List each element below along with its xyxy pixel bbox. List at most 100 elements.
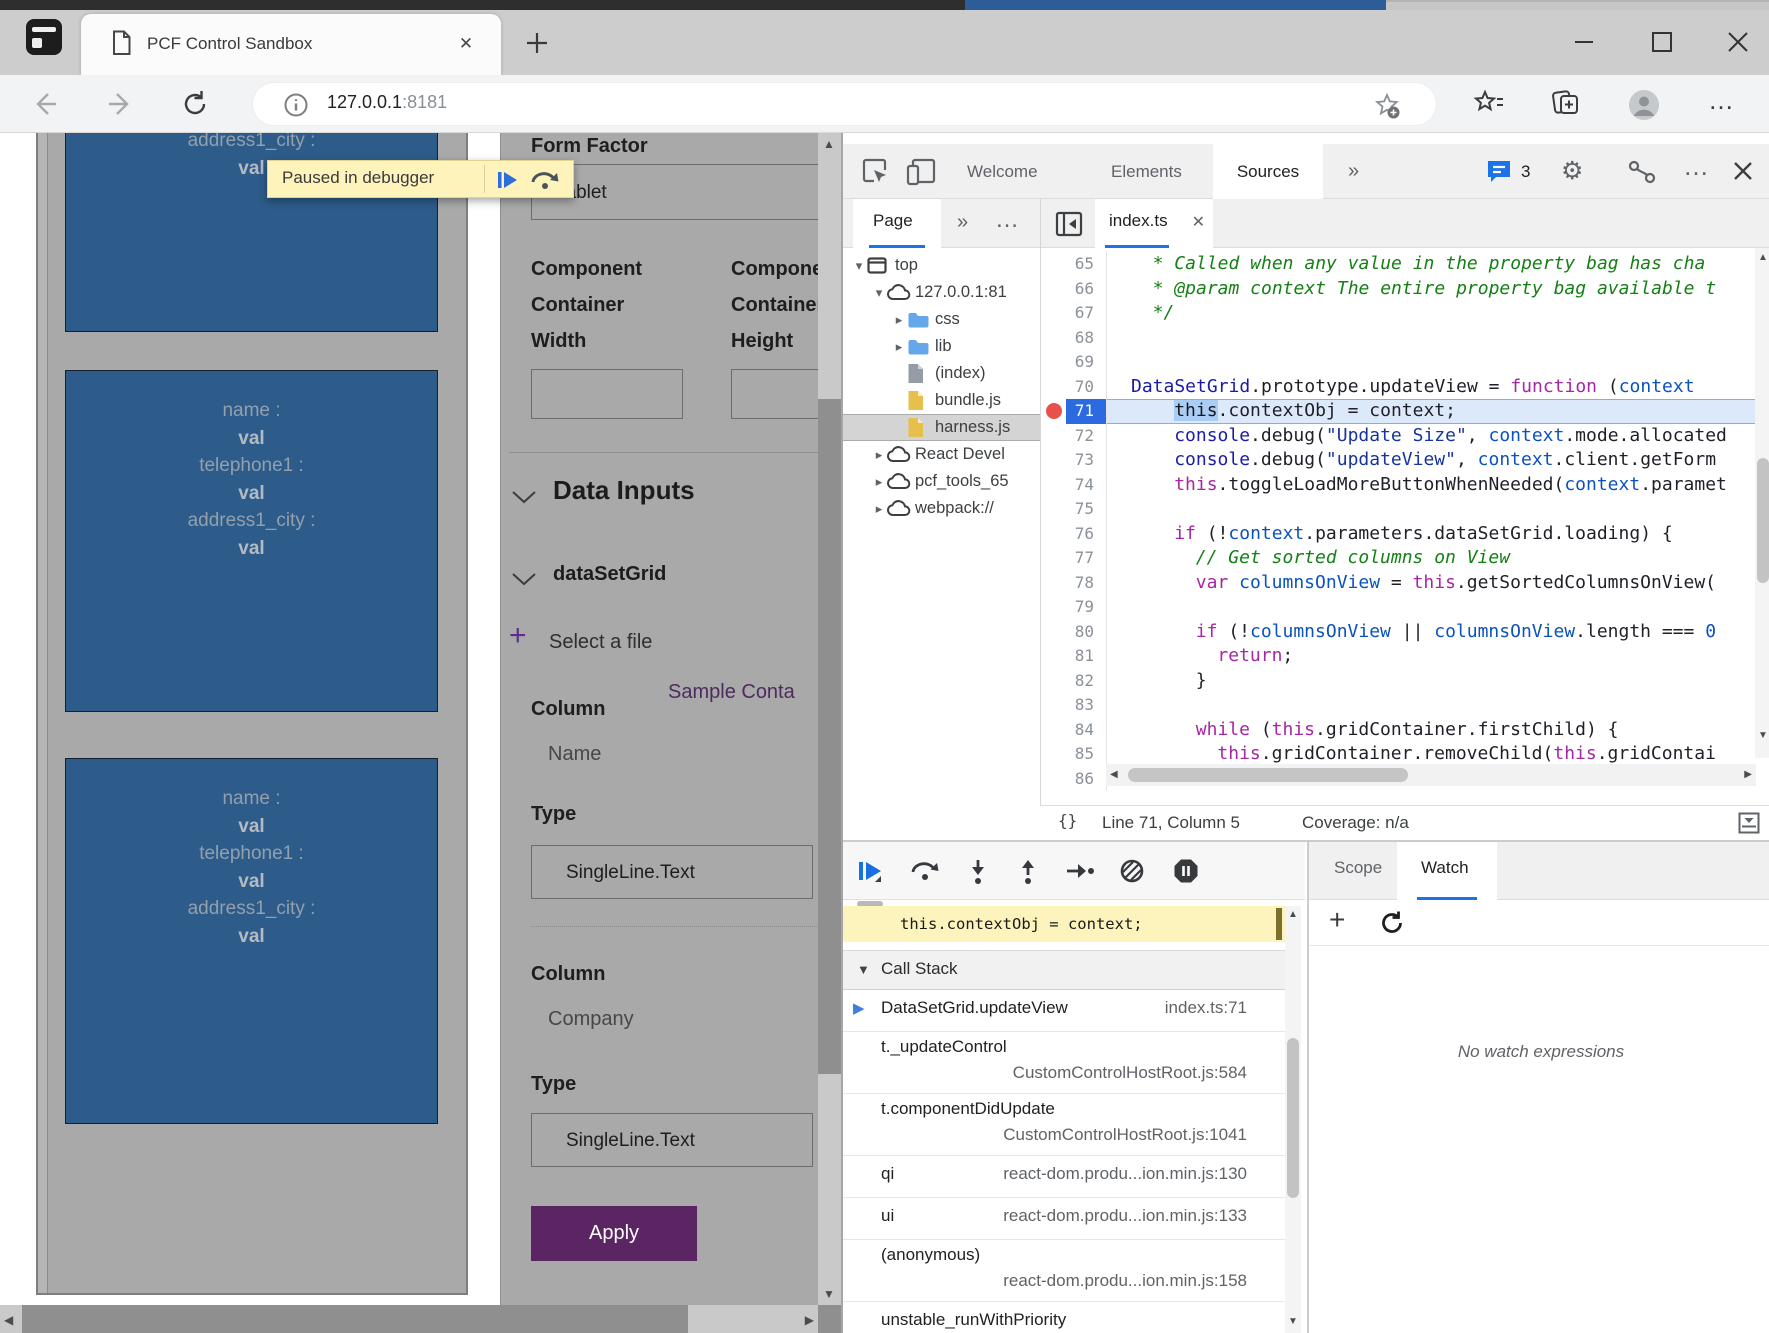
page-horizontal-scrollbar[interactable]: ◀ ▶ — [0, 1305, 818, 1333]
tree-item-css[interactable]: ▸css — [843, 306, 1040, 333]
editor-tab-index-ts[interactable]: index.ts ✕ — [1095, 199, 1213, 248]
add-watch-icon[interactable]: + — [1329, 904, 1345, 936]
add-favorite-icon[interactable] — [1374, 92, 1402, 120]
code-line-67[interactable]: */ — [1107, 301, 1769, 326]
code-line-70[interactable]: DataSetGrid.prototype.updateView = funct… — [1107, 375, 1769, 400]
sample-file-link[interactable]: Sample Conta — [668, 681, 795, 704]
scroll-right-icon[interactable]: ▶ — [805, 1313, 814, 1327]
window-close-button[interactable] — [1724, 30, 1752, 54]
forward-icon[interactable] — [105, 89, 135, 119]
devtools-menu-icon[interactable]: … — [1683, 151, 1709, 182]
code-line-85[interactable]: this.gridContainer.removeChild(this.grid… — [1107, 742, 1769, 767]
chevron-collapsed-icon[interactable]: ▸ — [891, 339, 907, 355]
gutter-line-77[interactable]: 77 — [1041, 546, 1106, 571]
code-line-83[interactable] — [1107, 693, 1769, 718]
code-line-68[interactable] — [1107, 326, 1769, 351]
new-tab-button[interactable] — [524, 30, 552, 58]
code-line-77[interactable]: // Get sorted columns on View — [1107, 546, 1769, 571]
gutter-line-79[interactable]: 79 — [1041, 595, 1106, 620]
select-a-file-button[interactable]: Select a file — [549, 631, 652, 654]
gutter-line-68[interactable]: 68 — [1041, 326, 1106, 351]
issues-count[interactable]: 3 — [1521, 144, 1530, 199]
step-over-icon[interactable] — [911, 858, 939, 886]
issues-icon[interactable] — [1485, 158, 1513, 184]
gutter-line-83[interactable]: 83 — [1041, 693, 1106, 718]
tab-scope[interactable]: Scope — [1334, 858, 1382, 878]
scroll-down-icon[interactable]: ▼ — [823, 1287, 835, 1301]
scroll-down-icon[interactable]: ▼ — [1758, 730, 1768, 741]
call-stack-frame[interactable]: unstable_runWithPriority — [843, 1302, 1285, 1333]
gutter-line-75[interactable]: 75 — [1041, 497, 1106, 522]
code-line-80[interactable]: if (!columnsOnView || columnsOnView.leng… — [1107, 620, 1769, 645]
code-line-65[interactable]: * Called when any value in the property … — [1107, 252, 1769, 277]
profile-avatar[interactable] — [1628, 89, 1658, 119]
code-line-66[interactable]: * @param context The entire property bag… — [1107, 277, 1769, 302]
customize-devtools-icon[interactable] — [1627, 159, 1657, 185]
tree-item-127.0.0.1-81[interactable]: ▾127.0.0.1:81 — [843, 279, 1040, 306]
call-stack-frame[interactable]: t.componentDidUpdateCustomControlHostRoo… — [843, 1094, 1285, 1156]
chevron-down-icon[interactable] — [511, 489, 537, 505]
call-stack-frame[interactable]: t._updateControlCustomControlHostRoot.js… — [843, 1032, 1285, 1094]
gutter-line-69[interactable]: 69 — [1041, 350, 1106, 375]
pretty-print-icon[interactable]: {} — [1058, 811, 1077, 830]
code-line-71[interactable]: this.contextObj = context; — [1107, 399, 1769, 424]
tree-item-bundle.js[interactable]: bundle.js — [843, 387, 1040, 414]
tab-sources[interactable]: Sources — [1213, 144, 1323, 199]
chevron-collapsed-icon[interactable]: ▸ — [871, 501, 887, 517]
navigator-menu-icon[interactable]: … — [995, 206, 1019, 234]
gutter-line-81[interactable]: 81 — [1041, 644, 1106, 669]
scroll-up-icon[interactable]: ▲ — [1288, 909, 1298, 920]
browser-tab[interactable]: PCF Control Sandbox ✕ — [81, 14, 501, 75]
scroll-left-icon[interactable]: ◀ — [1110, 769, 1118, 780]
tab-elements[interactable]: Elements — [1111, 144, 1182, 199]
editor-vertical-scrollbar[interactable]: ▲ ▼ — [1755, 248, 1769, 758]
favorites-icon[interactable] — [1473, 89, 1503, 119]
code-editor[interactable]: 6566676869707172737475767778798081828384… — [1040, 248, 1769, 805]
scroll-right-icon[interactable]: ▶ — [1744, 769, 1752, 780]
breakpoint-icon[interactable] — [1046, 403, 1062, 419]
step-into-icon[interactable] — [965, 858, 993, 886]
tree-item-lib[interactable]: ▸lib — [843, 333, 1040, 360]
code-line-79[interactable] — [1107, 595, 1769, 620]
editor-code[interactable]: * Called when any value in the property … — [1106, 252, 1769, 791]
pause-on-exceptions-icon[interactable] — [1173, 858, 1201, 886]
plus-icon[interactable]: + — [509, 619, 527, 653]
window-maximize-button[interactable] — [1648, 30, 1676, 54]
code-line-78[interactable]: var columnsOnView = this.getSortedColumn… — [1107, 571, 1769, 596]
type-select[interactable]: SingleLine.Text — [531, 1113, 813, 1167]
gutter-line-74[interactable]: 74 — [1041, 473, 1106, 498]
chevron-expanded-icon[interactable]: ▾ — [871, 285, 887, 301]
address-bar[interactable]: 127.0.0.1:8181 — [252, 82, 1437, 126]
step-over-icon[interactable] — [530, 169, 560, 191]
reload-icon[interactable] — [180, 89, 210, 119]
more-navigator-tabs-icon[interactable]: » — [957, 211, 968, 234]
refresh-watch-icon[interactable] — [1379, 910, 1405, 936]
browser-menu-icon[interactable]: … — [1708, 85, 1738, 115]
window-minimize-button[interactable] — [1570, 30, 1598, 54]
tab-welcome[interactable]: Welcome — [967, 144, 1038, 199]
gutter-line-84[interactable]: 84 — [1041, 718, 1106, 743]
code-line-81[interactable]: return; — [1107, 644, 1769, 669]
tree-item-react-devel[interactable]: ▸React Devel — [843, 441, 1040, 468]
tree-item-top[interactable]: ▾top — [843, 252, 1040, 279]
paused-breakpoint-row[interactable]: this.contextObj = context; — [843, 906, 1285, 942]
collapse-sidebar-icon[interactable] — [1055, 211, 1083, 237]
settings-gear-icon[interactable]: ⚙ — [1561, 156, 1583, 186]
call-stack-frame[interactable]: ▶DataSetGrid.updateViewindex.ts:71 — [843, 990, 1285, 1032]
container-height-input[interactable] — [731, 369, 818, 419]
tree-item-harness.js[interactable]: harness.js — [843, 414, 1040, 441]
editor-gutter[interactable]: 6566676869707172737475767778798081828384… — [1041, 252, 1106, 791]
call-stack-frame[interactable]: qireact-dom.produ...ion.min.js:130 — [843, 1156, 1285, 1198]
debugger-vertical-scrollbar[interactable]: ▲ ▼ — [1285, 906, 1301, 1333]
step-out-icon[interactable] — [1015, 858, 1043, 886]
tab-close-icon[interactable]: ✕ — [453, 31, 479, 57]
code-line-69[interactable] — [1107, 350, 1769, 375]
navigator-tab-page[interactable]: Page — [853, 199, 941, 248]
code-line-82[interactable]: } — [1107, 669, 1769, 694]
device-toolbar-icon[interactable] — [905, 157, 937, 187]
gutter-line-76[interactable]: 76 — [1041, 522, 1106, 547]
site-info-icon[interactable] — [283, 92, 309, 118]
tree-item-pcf-tools-65[interactable]: ▸pcf_tools_65 — [843, 468, 1040, 495]
code-line-75[interactable] — [1107, 497, 1769, 522]
code-line-76[interactable]: if (!context.parameters.dataSetGrid.load… — [1107, 522, 1769, 547]
